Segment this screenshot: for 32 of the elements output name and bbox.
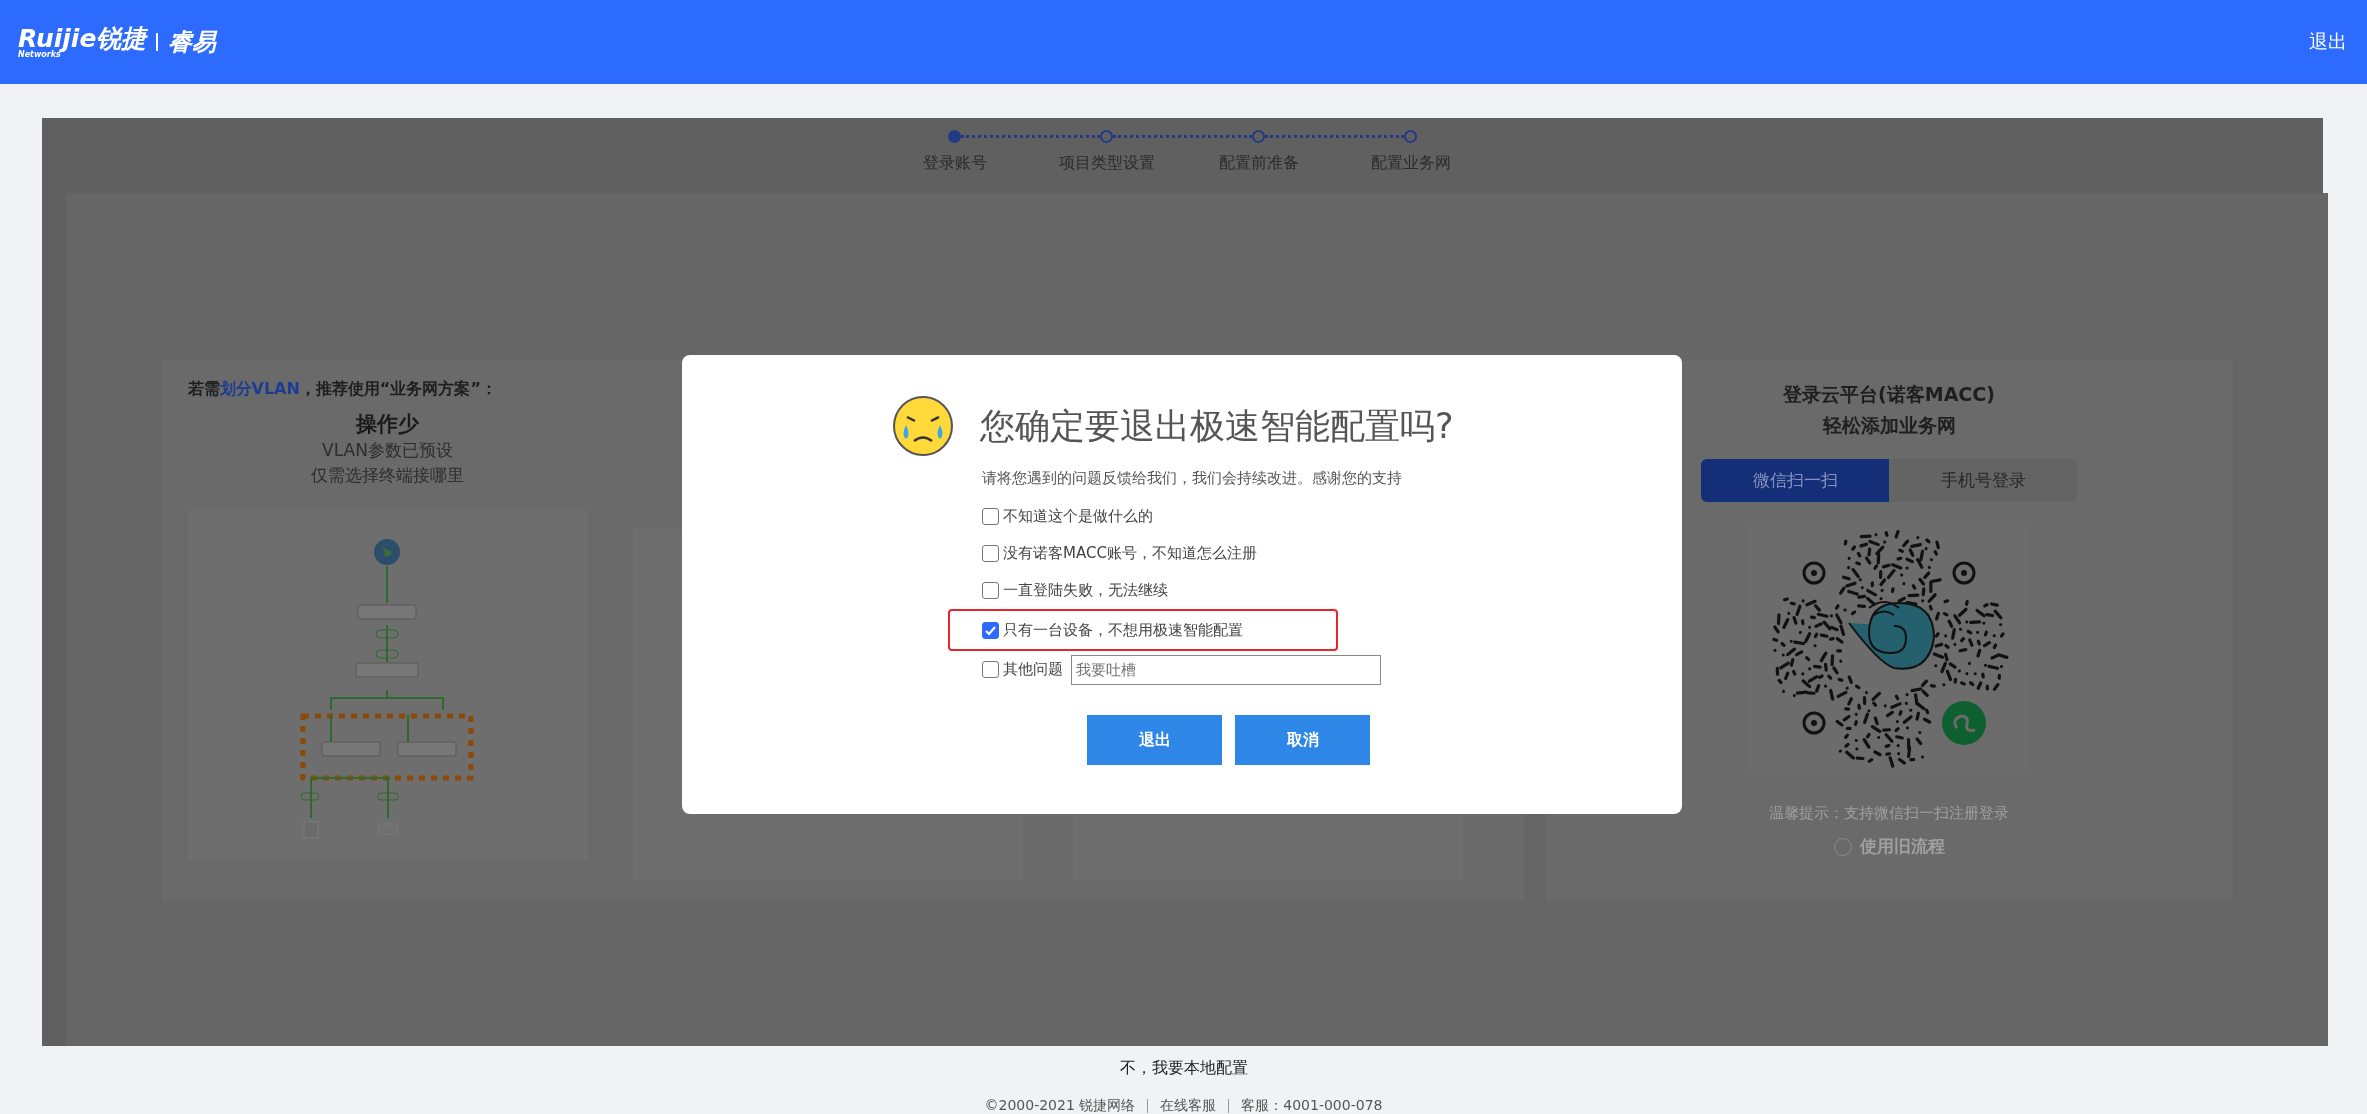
- brand-subtitle: Networks: [18, 50, 61, 59]
- checkbox[interactable]: [982, 508, 999, 525]
- cancel-button[interactable]: 取消: [1235, 715, 1370, 765]
- checkbox[interactable]: [982, 545, 999, 562]
- checkbox[interactable]: [982, 661, 999, 678]
- brand-logo: Ruijie锐捷: [18, 25, 147, 51]
- footer-text[interactable]: 在线客服: [1160, 1097, 1217, 1114]
- plan-description: VLAN参数已预设: [322, 439, 453, 462]
- checkbox[interactable]: [982, 582, 999, 599]
- local-config-link[interactable]: 不，我要本地配置: [1119, 1058, 1248, 1079]
- feedback-input[interactable]: 我要吐槽: [1071, 654, 1381, 685]
- dialog-title: 您确定要退出极速智能配置吗?: [980, 404, 1454, 448]
- footer-text: ©2000-2021 锐捷网络: [984, 1097, 1136, 1114]
- option-label: 一直登陆失败，无法继续: [1003, 581, 1168, 600]
- product-name: 睿易: [168, 27, 217, 58]
- option-label: 没有诺客MACC账号，不知道怎么注册: [1003, 544, 1257, 563]
- plan-heading: 若需划分VLAN，推荐使用“业务网方案”：: [187, 379, 497, 400]
- crying-face-icon: [892, 395, 954, 457]
- login-tab[interactable]: 手机号登录: [1889, 459, 2077, 502]
- option-label: 其他问题: [1003, 660, 1063, 679]
- option-label: 只有一台设备，不想用极速智能配置: [1003, 620, 1243, 640]
- cloud-login-title: 登录云平台(诺客MACC): [1783, 382, 1995, 407]
- plan-title: 操作少: [356, 411, 419, 438]
- option-label: 不知道这个是做什么的: [1003, 507, 1153, 526]
- logout-link[interactable]: 退出: [2309, 29, 2347, 55]
- footer-text: 客服：4001-000-078: [1241, 1097, 1383, 1114]
- cloud-login-title: 轻松添加业务网: [1822, 413, 1956, 438]
- checkbox[interactable]: [982, 621, 999, 639]
- exit-button[interactable]: 退出: [1087, 715, 1222, 765]
- dialog-intro: 请将您遇到的问题反馈给我们，我们会持续改进。感谢您的支持: [982, 469, 1403, 488]
- plan-description: 仅需选择终端接哪里: [311, 464, 464, 487]
- login-tab[interactable]: 微信扫一扫: [1701, 459, 1889, 502]
